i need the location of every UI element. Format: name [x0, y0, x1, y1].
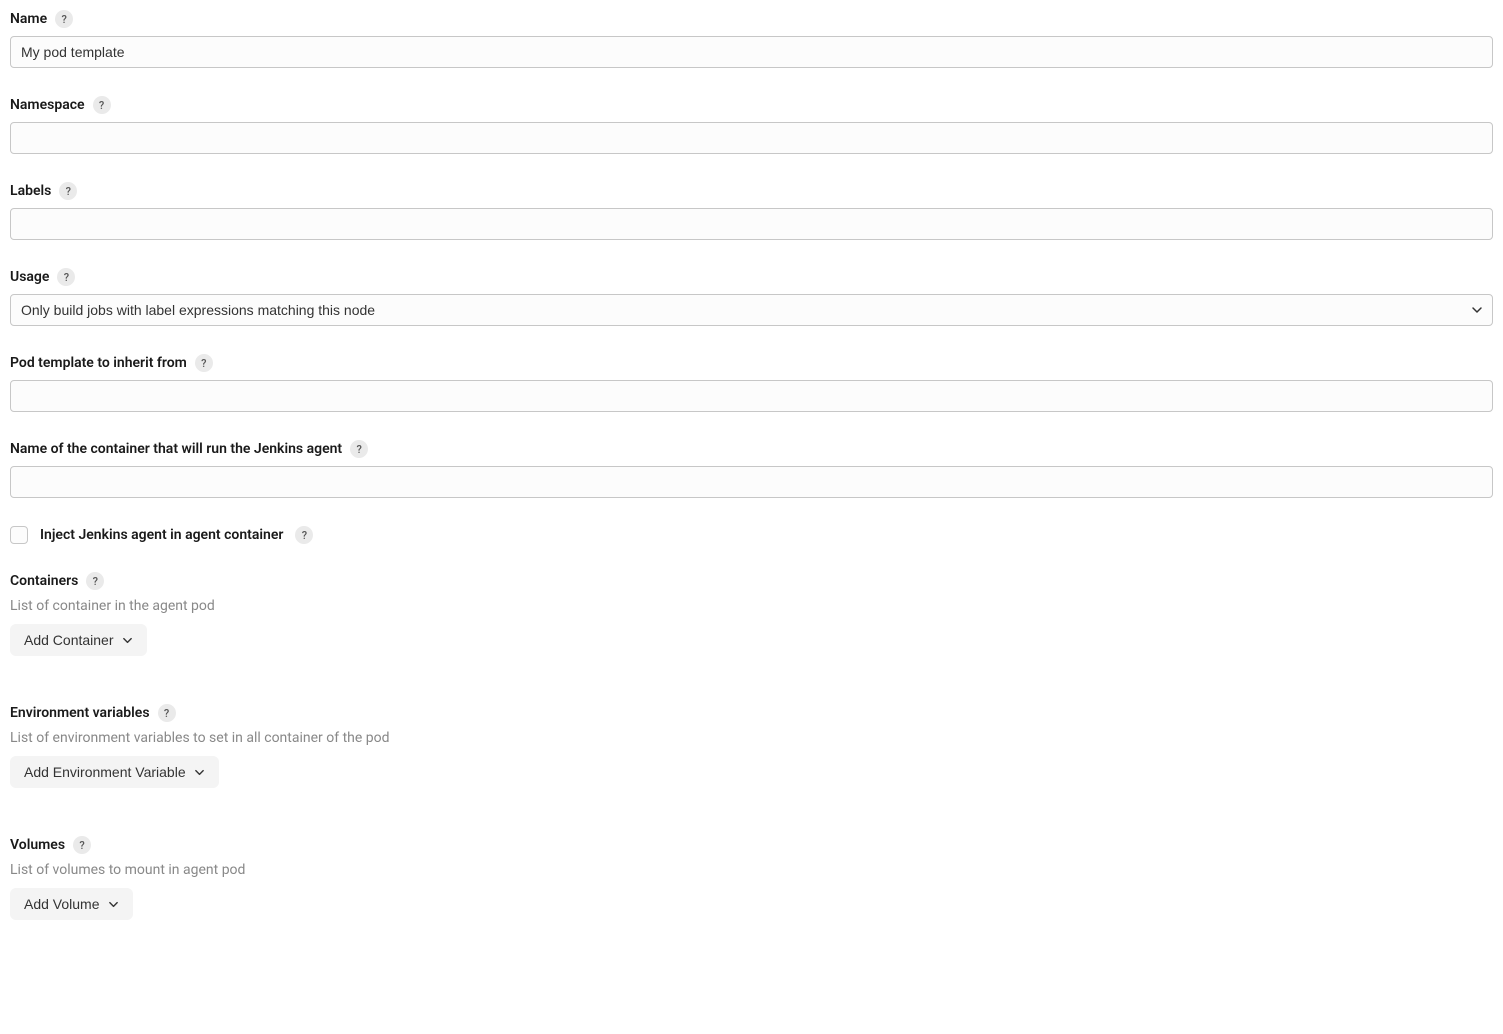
chevron-down-icon [194, 767, 205, 778]
help-icon[interactable]: ? [55, 10, 73, 28]
add-container-button[interactable]: Add Container [10, 624, 147, 656]
help-icon[interactable]: ? [350, 440, 368, 458]
jenkins-container-section: Name of the container that will run the … [10, 440, 1493, 498]
namespace-label: Namespace [10, 97, 85, 113]
env-vars-section: Environment variables ? List of environm… [10, 704, 1493, 788]
containers-section: Containers ? List of container in the ag… [10, 572, 1493, 656]
env-vars-label: Environment variables [10, 705, 150, 721]
help-icon[interactable]: ? [295, 526, 313, 544]
inherit-label: Pod template to inherit from [10, 355, 187, 371]
namespace-input[interactable] [10, 122, 1493, 154]
help-icon[interactable]: ? [86, 572, 104, 590]
labels-label: Labels [10, 183, 51, 199]
containers-label: Containers [10, 573, 78, 589]
add-volume-button[interactable]: Add Volume [10, 888, 133, 920]
usage-select[interactable]: Only build jobs with label expressions m… [10, 294, 1493, 326]
name-input[interactable] [10, 36, 1493, 68]
jenkins-container-label-row: Name of the container that will run the … [10, 440, 1493, 458]
volumes-label: Volumes [10, 837, 65, 853]
inherit-section: Pod template to inherit from ? [10, 354, 1493, 412]
chevron-down-icon [108, 899, 119, 910]
name-section: Name ? [10, 10, 1493, 68]
help-icon[interactable]: ? [57, 268, 75, 286]
inject-agent-label: Inject Jenkins agent in agent container [40, 527, 283, 543]
add-env-var-button-label: Add Environment Variable [24, 764, 186, 780]
usage-label: Usage [10, 269, 49, 285]
help-icon[interactable]: ? [59, 182, 77, 200]
labels-section: Labels ? [10, 182, 1493, 240]
volumes-label-row: Volumes ? [10, 836, 1493, 854]
jenkins-container-label: Name of the container that will run the … [10, 441, 342, 457]
name-label: Name [10, 11, 47, 27]
jenkins-container-input[interactable] [10, 466, 1493, 498]
labels-input[interactable] [10, 208, 1493, 240]
volumes-description: List of volumes to mount in agent pod [10, 862, 1493, 878]
inject-agent-section: Inject Jenkins agent in agent container … [10, 526, 1493, 544]
help-icon[interactable]: ? [93, 96, 111, 114]
add-container-button-label: Add Container [24, 632, 114, 648]
usage-section: Usage ? Only build jobs with label expre… [10, 268, 1493, 326]
namespace-section: Namespace ? [10, 96, 1493, 154]
containers-label-row: Containers ? [10, 572, 1493, 590]
chevron-down-icon [122, 635, 133, 646]
inherit-label-row: Pod template to inherit from ? [10, 354, 1493, 372]
containers-description: List of container in the agent pod [10, 598, 1493, 614]
inject-agent-row: Inject Jenkins agent in agent container … [10, 526, 1493, 544]
add-env-var-button[interactable]: Add Environment Variable [10, 756, 219, 788]
inject-agent-checkbox[interactable] [10, 526, 28, 544]
namespace-label-row: Namespace ? [10, 96, 1493, 114]
env-vars-label-row: Environment variables ? [10, 704, 1493, 722]
env-vars-description: List of environment variables to set in … [10, 730, 1493, 746]
labels-label-row: Labels ? [10, 182, 1493, 200]
volumes-section: Volumes ? List of volumes to mount in ag… [10, 836, 1493, 920]
usage-label-row: Usage ? [10, 268, 1493, 286]
name-label-row: Name ? [10, 10, 1493, 28]
inherit-input[interactable] [10, 380, 1493, 412]
usage-select-wrapper: Only build jobs with label expressions m… [10, 294, 1493, 326]
help-icon[interactable]: ? [195, 354, 213, 372]
add-volume-button-label: Add Volume [24, 896, 100, 912]
help-icon[interactable]: ? [158, 704, 176, 722]
help-icon[interactable]: ? [73, 836, 91, 854]
